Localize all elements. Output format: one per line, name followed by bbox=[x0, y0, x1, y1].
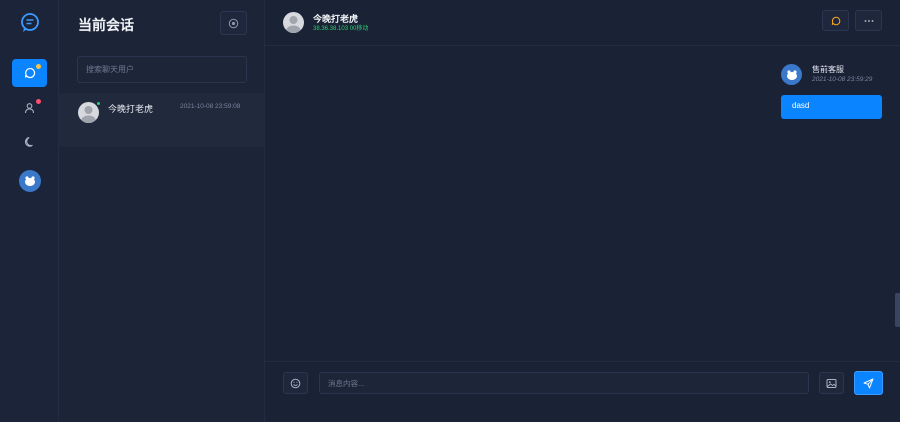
message-input[interactable]: 消息内容... bbox=[319, 372, 809, 394]
emoji-button[interactable] bbox=[283, 372, 308, 394]
panel-title: 当前会话 bbox=[78, 17, 134, 33]
nav-theme-button[interactable] bbox=[12, 128, 47, 156]
nav-chat-button[interactable] bbox=[12, 59, 47, 87]
image-icon bbox=[826, 378, 837, 388]
conversation-time: 2021-10-08 23:59:08 bbox=[180, 103, 241, 110]
contact-name: 今晚打老虎 bbox=[108, 104, 154, 114]
side-scroll-handle[interactable] bbox=[895, 293, 900, 327]
nav-contacts-button[interactable] bbox=[12, 94, 47, 122]
default-user-icon bbox=[286, 16, 301, 33]
message-input-placeholder: 消息内容... bbox=[328, 378, 365, 388]
moon-icon bbox=[24, 137, 33, 147]
chat-header: 今晚打老虎 38.36.38.103 00移动 bbox=[265, 0, 900, 46]
user-icon bbox=[24, 103, 34, 114]
composer: 消息内容... bbox=[265, 361, 900, 422]
send-image-button[interactable] bbox=[819, 372, 844, 394]
piggy-avatar-icon bbox=[786, 69, 797, 80]
icon-rail bbox=[0, 0, 59, 422]
app-window: 当前会话 搜索聊天用户 今晚打老虎 2021-10-08 23:59:08 今晚… bbox=[0, 0, 900, 422]
chat-logo-icon bbox=[19, 12, 41, 34]
online-indicator bbox=[96, 101, 101, 106]
notification-dot bbox=[36, 99, 41, 104]
more-options-button[interactable] bbox=[855, 10, 882, 31]
message-bubble: dasd bbox=[781, 95, 882, 119]
chat-contact-status: 38.36.38.103 00移动 bbox=[313, 26, 369, 32]
message-icon bbox=[831, 16, 840, 25]
chat-panel: 今晚打老虎 38.36.38.103 00移动 售前客服 2021-10-08 … bbox=[265, 0, 900, 422]
message-sender: 售前客服 bbox=[812, 65, 844, 74]
message-icon bbox=[24, 67, 35, 79]
message-time: 2021-10-08 23:59:29 bbox=[812, 76, 873, 83]
send-button[interactable] bbox=[854, 371, 883, 395]
search-placeholder: 搜索聊天用户 bbox=[86, 65, 134, 74]
send-icon bbox=[863, 378, 874, 388]
user-avatar[interactable] bbox=[19, 170, 41, 192]
piggy-avatar-icon bbox=[25, 176, 35, 186]
agent-avatar bbox=[781, 64, 802, 85]
list-settings-button[interactable] bbox=[220, 11, 247, 35]
smile-icon bbox=[290, 378, 301, 388]
more-horizontal-icon bbox=[864, 19, 873, 22]
conversation-list-panel: 当前会话 搜索聊天用户 今晚打老虎 2021-10-08 23:59:08 bbox=[59, 0, 265, 422]
settings-icon bbox=[228, 18, 239, 28]
notification-dot bbox=[36, 64, 41, 69]
conversation-item[interactable]: 今晚打老虎 2021-10-08 23:59:08 bbox=[59, 93, 264, 147]
chat-contact-avatar bbox=[283, 12, 304, 33]
user-search-input[interactable]: 搜索聊天用户 bbox=[77, 56, 247, 83]
quick-reply-button[interactable] bbox=[822, 10, 849, 31]
